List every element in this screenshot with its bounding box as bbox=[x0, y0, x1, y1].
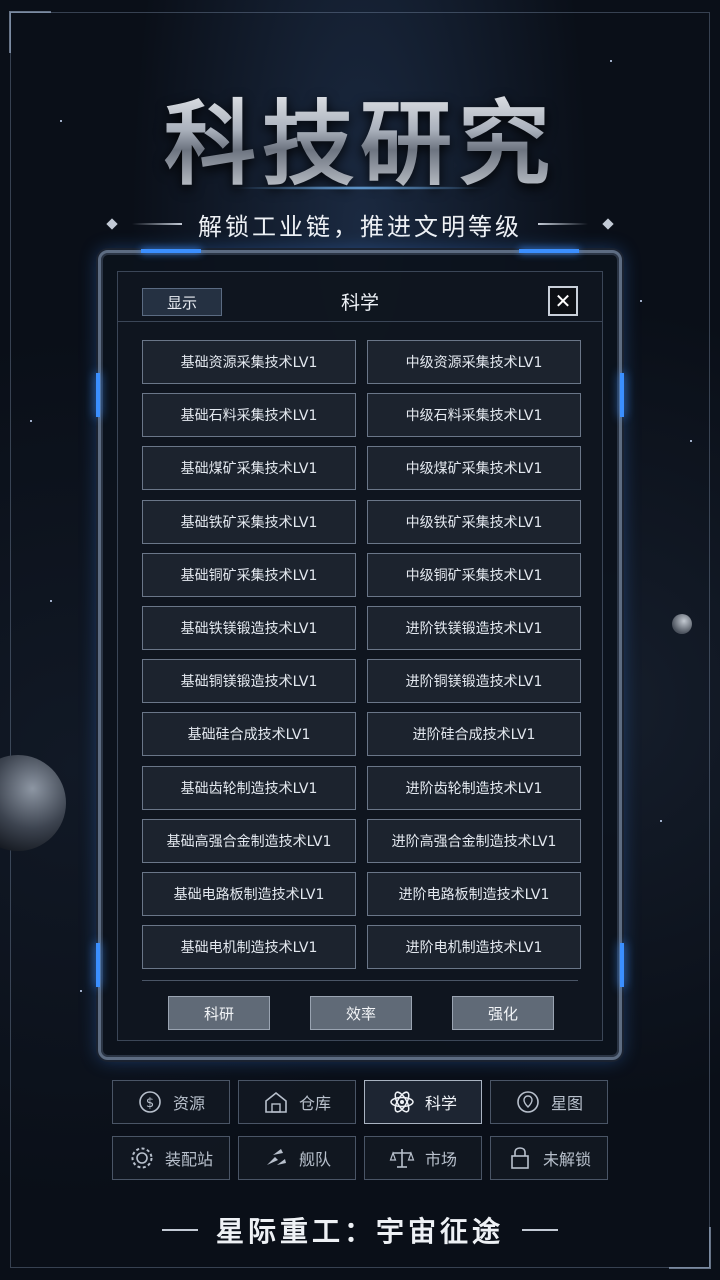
tech-button-right[interactable]: 进阶齿轮制造技术LV1 bbox=[367, 765, 581, 810]
tech-button-right[interactable]: 进阶硅合成技术LV1 bbox=[367, 712, 581, 757]
tech-button-right[interactable]: 进阶铁镁锻造技术LV1 bbox=[367, 606, 581, 650]
tech-button-left[interactable]: 基础铜镁锻造技术LV1 bbox=[142, 659, 356, 704]
gear-wrench-icon bbox=[129, 1145, 155, 1171]
panel-header: 显示 科学 ✕ bbox=[118, 272, 602, 322]
tech-button-left[interactable]: 基础电路板制造技术LV1 bbox=[142, 872, 356, 916]
fleet-icon bbox=[263, 1145, 289, 1171]
nav-science[interactable]: 科学 bbox=[364, 1080, 482, 1124]
tech-button-left[interactable]: 基础铁矿采集技术LV1 bbox=[142, 499, 356, 544]
small-planet-decoration bbox=[672, 614, 692, 634]
tech-button-left[interactable]: 基础铁镁锻造技术LV1 bbox=[142, 606, 356, 650]
lock-icon bbox=[507, 1145, 533, 1171]
panel-divider bbox=[142, 980, 578, 981]
panel-title: 科学 bbox=[340, 292, 379, 314]
tech-button-right[interactable]: 中级铜矿采集技术LV1 bbox=[367, 552, 581, 597]
tech-button-right[interactable]: 进阶电路板制造技术LV1 bbox=[367, 872, 581, 916]
nav-warehouse-label: 仓库 bbox=[298, 1094, 331, 1113]
research-button[interactable]: 科研 bbox=[168, 996, 270, 1030]
nav-warehouse[interactable]: 仓库 bbox=[238, 1080, 356, 1124]
nav-assembly-station-label: 装配站 bbox=[164, 1150, 213, 1169]
subtitle-diamond-left bbox=[106, 218, 118, 230]
svg-text:$: $ bbox=[146, 1096, 154, 1111]
science-panel: 显示 科学 ✕ 基础资源采集技术LV1 中级资源采集技术LV1 基础石料采集技术LV… bbox=[96, 249, 624, 1060]
subtitle: 解锁工业链，推进文明等级 bbox=[198, 212, 522, 241]
efficiency-button[interactable]: 效率 bbox=[310, 996, 412, 1030]
tech-button-left[interactable]: 基础煤矿采集技术LV1 bbox=[142, 446, 356, 491]
warehouse-icon bbox=[263, 1089, 289, 1115]
nav-market-label: 市场 bbox=[424, 1150, 457, 1169]
close-icon: ✕ bbox=[554, 289, 572, 313]
tech-button-right[interactable]: 进阶高强合金制造技术LV1 bbox=[367, 818, 581, 863]
page-title: 科技研究 bbox=[0, 70, 720, 203]
nav-locked[interactable]: 未解锁 bbox=[490, 1136, 608, 1180]
coin-leaf-icon: $ bbox=[137, 1089, 163, 1115]
tech-button-left[interactable]: 基础铜矿采集技术LV1 bbox=[142, 552, 356, 597]
panel-accent-left-top bbox=[96, 373, 100, 417]
tech-button-left[interactable]: 基础高强合金制造技术LV1 bbox=[142, 818, 356, 863]
panel-accent-right-top bbox=[620, 373, 624, 417]
title-glow bbox=[230, 186, 490, 190]
nav-resources[interactable]: $ 资源 bbox=[112, 1080, 230, 1124]
tech-button-left[interactable]: 基础硅合成技术LV1 bbox=[142, 712, 356, 757]
nav-star-map[interactable]: 星图 bbox=[490, 1080, 608, 1124]
close-button[interactable]: ✕ bbox=[548, 286, 578, 316]
panel-accent-top-right bbox=[519, 249, 579, 253]
panel-accent-right-bottom bbox=[620, 943, 624, 987]
tech-button-left[interactable]: 基础电机制造技术LV1 bbox=[142, 925, 356, 970]
tech-button-right[interactable]: 中级资源采集技术LV1 bbox=[367, 340, 581, 384]
nav-star-map-label: 星图 bbox=[550, 1094, 583, 1113]
tech-button-left[interactable]: 基础资源采集技术LV1 bbox=[142, 340, 356, 384]
planet-pin-icon bbox=[515, 1089, 541, 1115]
footer-title: 星际重工：宇宙征途 bbox=[215, 1215, 504, 1248]
enhance-button[interactable]: 强化 bbox=[452, 996, 554, 1030]
nav-science-label: 科学 bbox=[424, 1094, 457, 1113]
nav-locked-label: 未解锁 bbox=[542, 1150, 591, 1169]
nav-fleet-label: 舰队 bbox=[298, 1150, 331, 1169]
nav-resources-label: 资源 bbox=[172, 1094, 205, 1113]
panel-inner: 显示 科学 ✕ 基础资源采集技术LV1 中级资源采集技术LV1 基础石料采集技术LV… bbox=[117, 271, 603, 1041]
subtitle-row: 解锁工业链，推进文明等级 bbox=[0, 204, 720, 244]
tech-button-right[interactable]: 中级铁矿采集技术LV1 bbox=[367, 499, 581, 544]
tech-button-right[interactable]: 中级石料采集技术LV1 bbox=[367, 393, 581, 438]
nav-assembly-station[interactable]: 装配站 bbox=[112, 1136, 230, 1180]
subtitle-diamond-right bbox=[602, 218, 614, 230]
planet-decoration bbox=[0, 755, 66, 851]
nav-fleet[interactable]: 舰队 bbox=[238, 1136, 356, 1180]
footer: 星际重工：宇宙征途 bbox=[0, 1208, 720, 1252]
tech-button-left[interactable]: 基础齿轮制造技术LV1 bbox=[142, 765, 356, 810]
tech-button-right[interactable]: 进阶铜镁锻造技术LV1 bbox=[367, 659, 581, 704]
subtitle-line-left bbox=[132, 223, 182, 225]
subtitle-line-right bbox=[538, 223, 588, 225]
nav-market[interactable]: 市场 bbox=[364, 1136, 482, 1180]
footer-line-left bbox=[161, 1229, 198, 1231]
panel-accent-left-bottom bbox=[96, 943, 100, 987]
tech-button-right[interactable]: 中级煤矿采集技术LV1 bbox=[367, 446, 581, 491]
atom-icon bbox=[389, 1089, 415, 1115]
tech-button-right[interactable]: 进阶电机制造技术LV1 bbox=[367, 925, 581, 970]
panel-accent-top-left bbox=[141, 249, 201, 253]
footer-line-right bbox=[522, 1229, 558, 1231]
tech-button-left[interactable]: 基础石料采集技术LV1 bbox=[142, 393, 356, 438]
scales-icon bbox=[389, 1145, 415, 1171]
